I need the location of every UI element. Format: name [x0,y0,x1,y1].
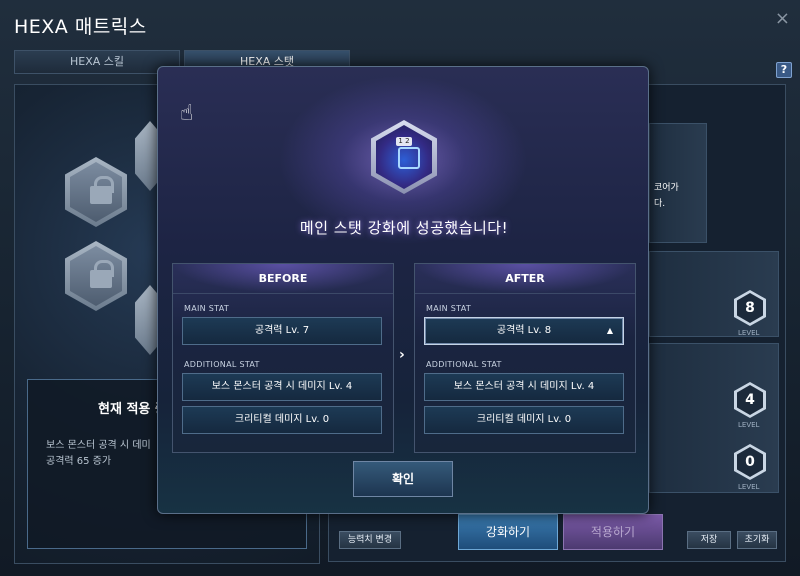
after-main-stat-text: 공격력 Lv. 8 [496,325,552,336]
after-header: AFTER [415,264,635,294]
core-badge: 1 2 [396,137,412,146]
before-additional-stat-2: 크리티컬 데미지 Lv. 0 [182,406,382,434]
main-stat-label: MAIN STAT [426,304,472,313]
additional-stat-rows: 4 LEVEL 0 LEVEL [649,343,779,493]
apply-button[interactable]: 적용하기 [563,514,663,550]
pointer-hand-icon: ☝ [180,101,194,126]
lock-icon [90,260,114,288]
level-badge: 4 [734,382,766,418]
core-snippet: 코어가 [654,183,679,193]
locked-slot[interactable] [65,157,127,227]
window-title: HEXA 매트릭스 [14,16,147,38]
level-badge: 8 [734,290,766,326]
before-header: BEFORE [173,264,393,294]
before-main-stat: 공격력 Lv. 7 [182,317,382,345]
arrow-right-icon: › [399,347,405,363]
core-info-block: 코어가 다. [649,123,707,243]
core-snippet: 다. [654,199,666,209]
help-button[interactable]: ? [776,62,792,78]
main-stat-row: 8 LEVEL [649,251,779,337]
before-additional-stat-1: 보스 몬스터 공격 시 데미지 Lv. 4 [182,373,382,401]
current-applied-line: 공격력 65 증가 [46,456,112,467]
after-panel: AFTER MAIN STAT 공격력 Lv. 8 ▲ ADDITIONAL S… [414,263,636,453]
change-stat-button[interactable]: 능력치 변경 [339,531,401,549]
lock-icon [90,176,114,204]
success-message: 메인 스탯 강화에 성공했습니다! [299,219,509,237]
after-main-stat: 공격력 Lv. 8 ▲ [424,317,624,345]
level-label: LEVEL [738,421,760,429]
level-label: LEVEL [738,329,760,337]
current-applied-line: 보스 몬스터 공격 시 데미 [46,440,151,451]
locked-slot[interactable] [65,241,127,311]
level-label: LEVEL [738,483,760,491]
save-button[interactable]: 저장 [687,531,731,549]
additional-stat-label: ADDITIONAL STAT [184,360,260,369]
confirm-button[interactable]: 확인 [353,461,453,497]
after-additional-stat-2: 크리티컬 데미지 Lv. 0 [424,406,624,434]
after-additional-stat-1: 보스 몬스터 공격 시 데미지 Lv. 4 [424,373,624,401]
tab-hexa-skill[interactable]: HEXA 스킬 [14,50,180,74]
close-icon[interactable]: × [775,8,790,29]
enhance-button[interactable]: 강화하기 [458,514,558,550]
additional-stat-label: ADDITIONAL STAT [426,360,502,369]
stat-core-icon [398,147,420,169]
level-badge: 0 [734,444,766,480]
main-stat-label: MAIN STAT [184,304,230,313]
before-panel: BEFORE MAIN STAT 공격력 Lv. 7 ADDITIONAL ST… [172,263,394,453]
enhance-result-dialog: ☝ 1 2 메인 스탯 강화에 성공했습니다! BEFORE MAIN STAT… [157,66,649,514]
reset-button[interactable]: 초기화 [737,531,777,549]
level-up-icon: ▲ [606,326,613,335]
